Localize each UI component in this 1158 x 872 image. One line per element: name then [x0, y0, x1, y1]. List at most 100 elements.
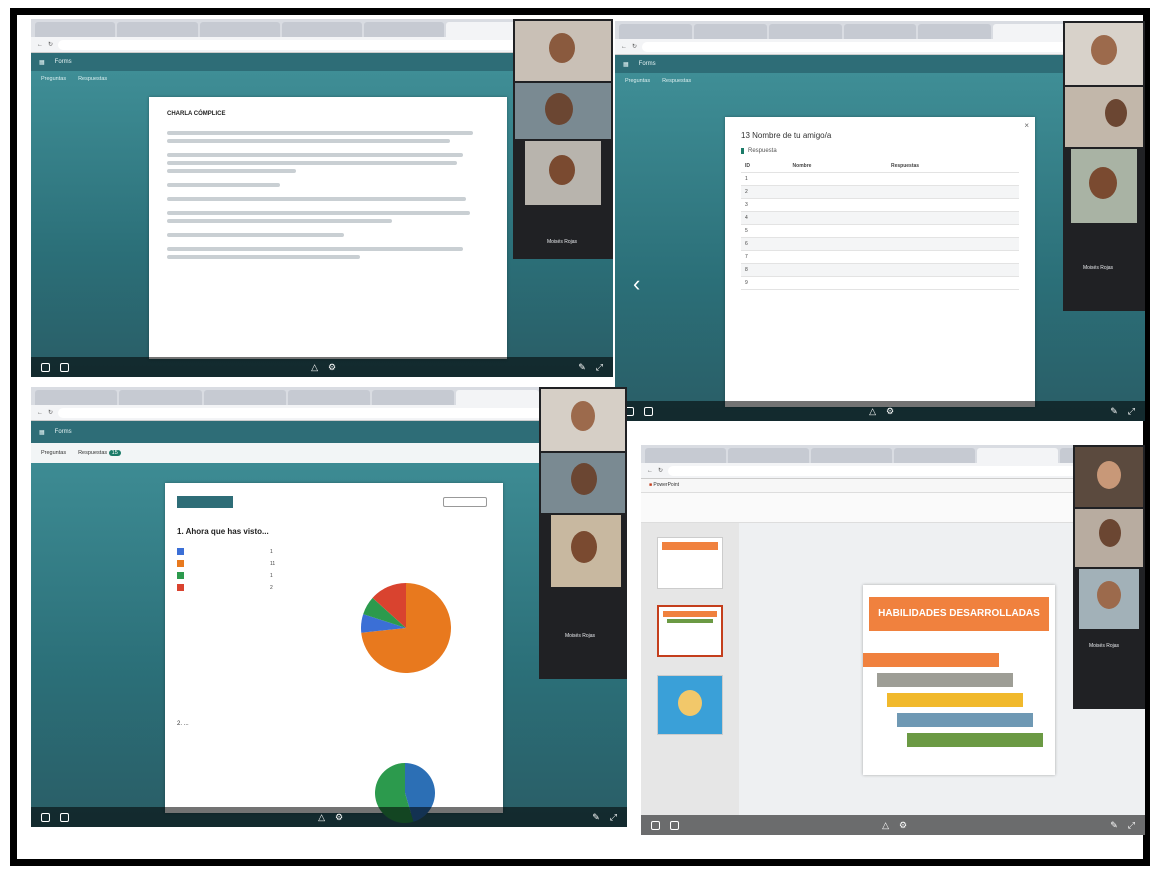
table-row[interactable]: 8 [741, 263, 1019, 277]
play-icon[interactable] [41, 812, 50, 822]
row-response [886, 172, 1019, 186]
browser-tab[interactable] [364, 22, 445, 37]
close-icon[interactable]: × [1024, 121, 1029, 130]
tab-respuestas[interactable]: Respuestas 15 [78, 450, 121, 456]
pencil-icon[interactable]: ✎ [592, 812, 600, 823]
table-row[interactable]: 4 [741, 211, 1019, 225]
pencil-icon[interactable]: ✎ [1110, 820, 1118, 831]
slide-thumbnail[interactable] [657, 537, 723, 589]
row-id: 3 [741, 198, 789, 212]
video-tile [1065, 23, 1143, 85]
office-titlebar: ■ PowerPoint [641, 479, 1145, 493]
table-row[interactable]: 9 [741, 276, 1019, 290]
tab-preguntas[interactable]: Preguntas [625, 78, 650, 84]
browser-tab-active[interactable] [977, 448, 1058, 463]
settings-icon[interactable]: ⚙ [328, 362, 336, 373]
back-icon[interactable]: ← [621, 44, 627, 50]
table-row[interactable]: 1 [741, 172, 1019, 186]
reload-icon[interactable]: ↻ [632, 43, 637, 50]
table-row[interactable]: 5 [741, 224, 1019, 238]
fullscreen-icon[interactable]: ⤢ [610, 812, 617, 823]
video-sidebar: Moisés Rojas [1063, 21, 1145, 311]
captions-icon[interactable] [60, 812, 69, 822]
browser-tab[interactable] [843, 24, 917, 39]
tab-preguntas[interactable]: Preguntas [41, 450, 66, 456]
cartoon-face [678, 690, 702, 716]
row-id: 6 [741, 237, 789, 251]
table-row[interactable]: 6 [741, 237, 1019, 251]
fullscreen-icon[interactable]: ⤢ [1128, 406, 1135, 417]
tab-preguntas[interactable]: Preguntas [41, 76, 66, 82]
browser-tab[interactable] [918, 24, 992, 39]
fullscreen-icon[interactable]: ⤢ [1128, 820, 1135, 831]
settings-icon[interactable]: ⚙ [899, 820, 907, 831]
browser-tab[interactable] [372, 390, 455, 405]
waffle-icon[interactable]: ▦ [39, 59, 45, 66]
slide-canvas: HABILIDADES DESARROLLADAS [863, 585, 1055, 775]
browser-tab[interactable] [728, 448, 809, 463]
prev-arrow-icon[interactable]: ‹ [633, 271, 640, 297]
table-row[interactable]: 3 [741, 198, 1019, 212]
video-tile [1075, 447, 1143, 507]
participant-name: Moisés Rojas [547, 239, 578, 245]
thumbs-icon[interactable]: △ [869, 406, 876, 417]
video-sidebar: Moisés Rojas [1073, 445, 1145, 709]
back-icon[interactable]: ← [37, 42, 43, 48]
thumbs-icon[interactable]: △ [311, 362, 318, 373]
browser-tab[interactable] [894, 448, 975, 463]
browser-tabs [641, 445, 1145, 463]
table-row[interactable]: 7 [741, 250, 1019, 264]
slide-thumbnail[interactable] [657, 675, 723, 735]
browser-tab[interactable] [645, 448, 726, 463]
url-field[interactable] [58, 407, 621, 418]
browser-tab[interactable] [35, 22, 116, 37]
browser-tab[interactable] [768, 24, 842, 39]
row-response [886, 198, 1019, 212]
pencil-icon[interactable]: ✎ [1110, 406, 1118, 417]
thumbs-icon[interactable]: △ [882, 820, 889, 831]
browser-tab[interactable] [119, 390, 202, 405]
table-row[interactable]: 2 [741, 185, 1019, 199]
waffle-icon[interactable]: ▦ [39, 429, 45, 436]
browser-tab[interactable] [619, 24, 692, 39]
browser-tab-active[interactable] [993, 24, 1067, 39]
captions-icon[interactable] [670, 820, 679, 830]
insights-button[interactable] [443, 497, 487, 507]
browser-tab[interactable] [287, 390, 371, 405]
participant-name: Moisés Rojas [1083, 265, 1114, 271]
browser-tab[interactable] [281, 22, 363, 37]
legend-swatch [177, 572, 184, 579]
fullscreen-icon[interactable]: ⤢ [596, 362, 603, 373]
participant-face [549, 33, 575, 63]
back-icon[interactable]: ← [37, 410, 43, 416]
row-name [788, 250, 887, 264]
browser-tab[interactable] [35, 390, 118, 405]
play-icon[interactable] [41, 362, 50, 372]
captions-icon[interactable] [60, 362, 69, 372]
reload-icon[interactable]: ↻ [658, 467, 663, 474]
reload-icon[interactable]: ↻ [48, 41, 53, 48]
settings-icon[interactable]: ⚙ [886, 406, 894, 417]
browser-tab[interactable] [811, 448, 892, 463]
captions-icon[interactable] [644, 406, 653, 416]
tab-respuestas[interactable]: Respuestas [78, 76, 107, 82]
settings-icon[interactable]: ⚙ [335, 812, 343, 823]
play-icon[interactable] [651, 820, 660, 830]
browser-tab[interactable] [117, 22, 198, 37]
reload-icon[interactable]: ↻ [48, 409, 53, 416]
thumbs-icon[interactable]: △ [318, 812, 325, 823]
browser-tab[interactable] [203, 390, 286, 405]
browser-tab[interactable] [693, 24, 767, 39]
legend-swatch [177, 560, 184, 567]
browser-tab[interactable] [199, 22, 280, 37]
slide-thumbnail-active[interactable] [657, 605, 723, 657]
url-field[interactable] [668, 465, 1139, 476]
pencil-icon[interactable]: ✎ [578, 362, 586, 373]
text-line [167, 161, 457, 165]
tab-respuestas[interactable]: Respuestas [662, 78, 691, 84]
browser-tab-active[interactable] [456, 390, 539, 405]
waffle-icon[interactable]: ▦ [623, 61, 629, 68]
responses-table: ID Nombre Respuestas 1 2 3 4 5 6 7 8 9 [741, 160, 1019, 290]
back-icon[interactable]: ← [647, 468, 653, 474]
video-player-controls: △ ⚙ ✎ ⤢ [615, 401, 1145, 421]
